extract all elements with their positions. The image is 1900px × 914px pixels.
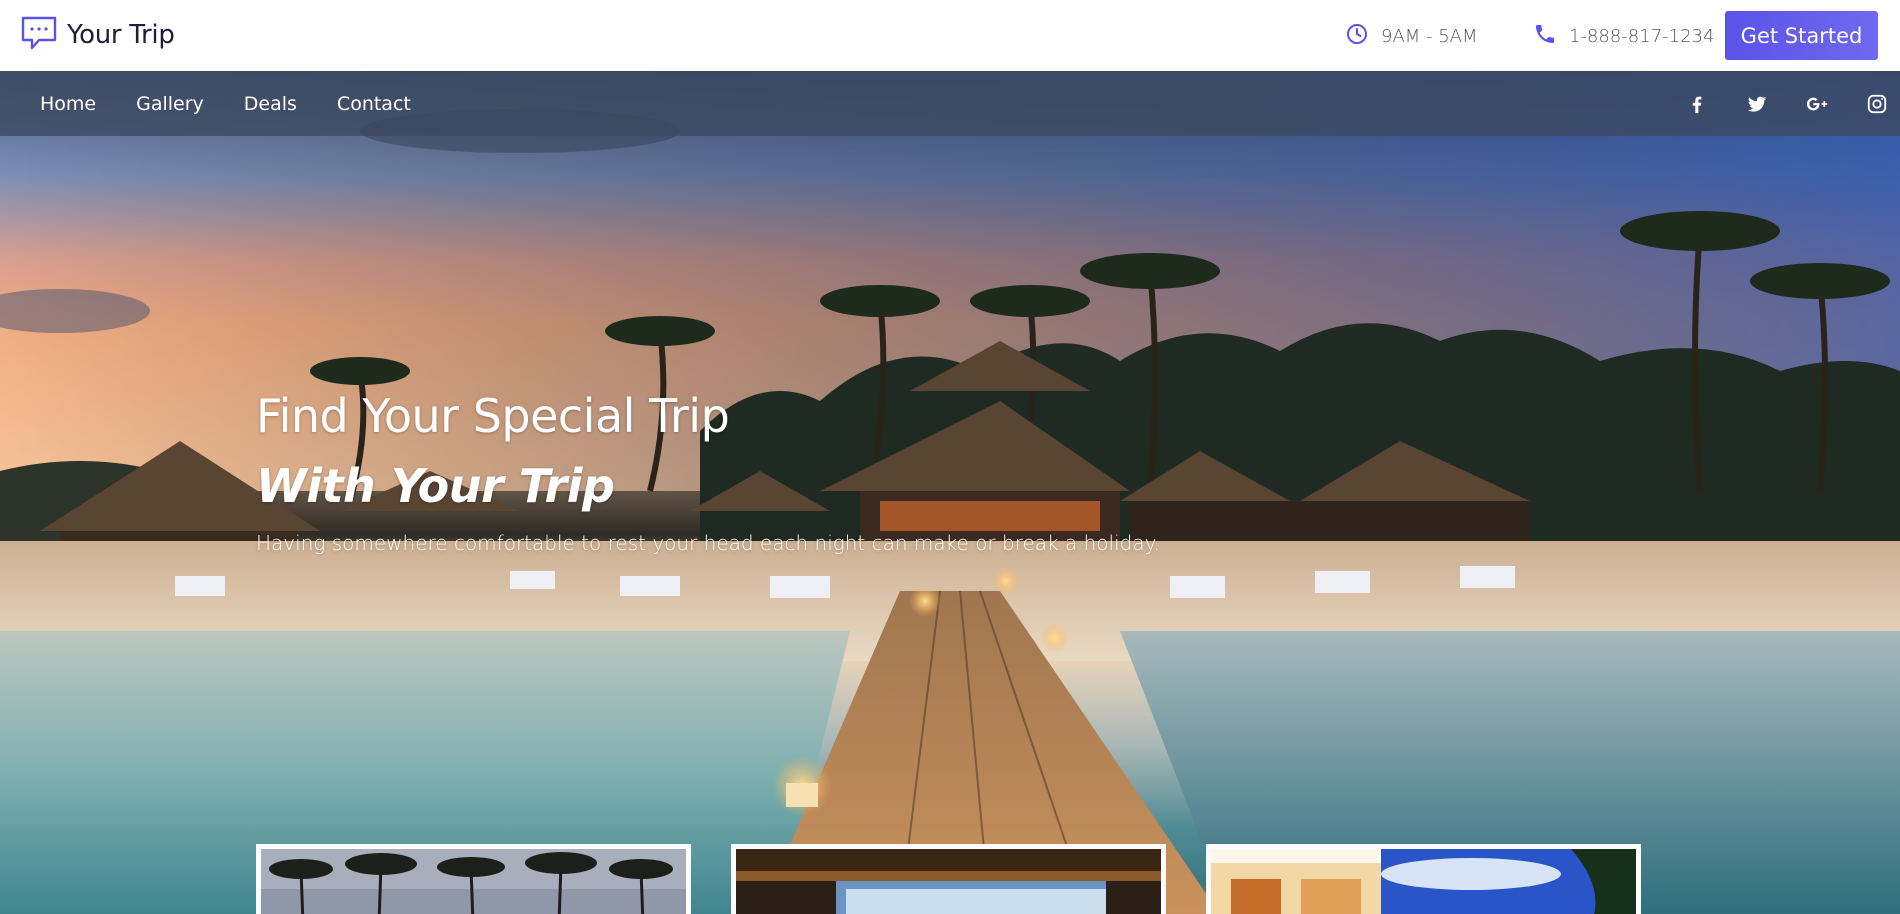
instagram-icon[interactable]	[1866, 93, 1888, 115]
hero-content: Find Your Special Trip With Your Trip Ha…	[256, 381, 1160, 555]
destination-cards	[256, 844, 1641, 914]
destination-card-1[interactable]	[256, 844, 691, 914]
hero-banner: Find Your Special Trip With Your Trip Ha…	[0, 71, 1900, 914]
logo[interactable]: Your Trip	[19, 13, 175, 57]
card-image-palm-trees	[261, 849, 686, 914]
hero-title: Find Your Special Trip	[256, 389, 730, 443]
twitter-icon[interactable]	[1746, 93, 1768, 115]
card-image-beach-resort	[1211, 849, 1636, 914]
card-image-resort-pavilion	[736, 849, 1161, 914]
opening-hours: 9AM - 5AM	[1345, 22, 1478, 51]
get-started-button[interactable]: Get Started	[1725, 11, 1878, 60]
social-links	[1686, 71, 1888, 136]
phone-icon	[1533, 22, 1557, 51]
hours-text: 9AM - 5AM	[1381, 26, 1478, 47]
destination-card-2[interactable]	[731, 844, 1166, 914]
facebook-icon[interactable]	[1686, 93, 1708, 115]
brand-name: Your Trip	[67, 20, 175, 50]
clock-icon	[1345, 22, 1369, 51]
main-navigation: Home Gallery Deals Contact	[0, 71, 1900, 136]
destination-card-3[interactable]	[1206, 844, 1641, 914]
phone-text: 1-888-817-1234	[1569, 26, 1715, 47]
hero-description: Having somewhere comfortable to rest you…	[256, 531, 1160, 555]
nav-item-home[interactable]: Home	[40, 93, 96, 115]
nav-item-gallery[interactable]: Gallery	[136, 93, 204, 115]
nav-item-contact[interactable]: Contact	[337, 93, 411, 115]
nav-item-deals[interactable]: Deals	[244, 93, 297, 115]
phone-number[interactable]: 1-888-817-1234	[1533, 22, 1714, 51]
top-bar: Your Trip 9AM - 5AM 1-888-817-1234 Get S…	[0, 0, 1900, 71]
nav-links: Home Gallery Deals Contact	[40, 71, 411, 136]
chat-bubble-icon	[19, 13, 59, 57]
google-plus-icon[interactable]	[1806, 93, 1828, 115]
hero-subtitle: With Your Trip	[256, 459, 615, 513]
